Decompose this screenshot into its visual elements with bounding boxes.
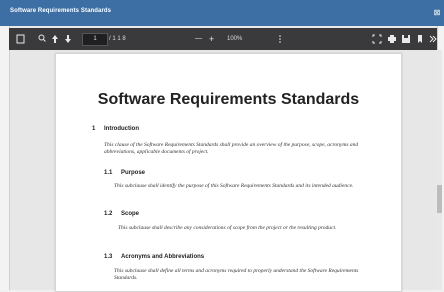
section-text: This subclause shall define all terms an… [114, 268, 359, 281]
page-count: / 1 1 8 [109, 36, 126, 42]
zoom-level[interactable]: 100% [227, 28, 242, 50]
pdf-toolbar: 1 / 1 1 8 — + 100% [9, 28, 437, 50]
section-heading: Acronyms and Abbreviations [121, 254, 205, 260]
section-number: 1.3 [104, 254, 113, 260]
pdf-page: Software Requirements Standards 1 Introd… [55, 53, 402, 292]
sidebar-toggle-icon[interactable] [15, 28, 25, 50]
section-text: This subclause shall describe any consid… [118, 225, 337, 231]
scrollbar-thumb[interactable] [437, 185, 442, 213]
title-bar: Software Requirements Standards ⊠ [0, 0, 444, 26]
previous-page-icon[interactable] [51, 28, 59, 50]
next-page-icon[interactable] [64, 28, 72, 50]
section-number: 1.1 [104, 170, 113, 176]
page-number-input[interactable]: 1 [82, 33, 108, 46]
close-window-icon[interactable]: ⊠ [432, 8, 442, 18]
section-number: 1 [92, 126, 96, 132]
section-heading: Purpose [121, 170, 146, 176]
bookmark-icon[interactable] [416, 28, 424, 50]
fit-page-icon[interactable] [372, 28, 382, 50]
print-icon[interactable] [387, 28, 397, 50]
zoom-in-button[interactable]: + [209, 28, 214, 50]
section-heading: Scope [121, 211, 140, 217]
section-text: This subclause shall identify the purpos… [114, 183, 354, 189]
vertical-scrollbar[interactable] [437, 50, 442, 290]
app-window: Software Requirements Standards ⊠ 1 / 1 … [0, 0, 444, 292]
section-heading: Introduction [104, 126, 139, 132]
zoom-out-button[interactable]: — [195, 28, 202, 50]
document-title: Software Requirements Standards [97, 91, 360, 108]
more-menu-icon[interactable] [277, 28, 283, 50]
section-text: This clause of the Software Requirements… [104, 142, 359, 155]
save-icon[interactable] [401, 28, 411, 50]
expand-chevron-icon[interactable] [429, 28, 437, 50]
section-number: 1.2 [104, 211, 113, 217]
window-title: Software Requirements Standards [10, 8, 112, 14]
search-icon[interactable] [37, 28, 47, 50]
